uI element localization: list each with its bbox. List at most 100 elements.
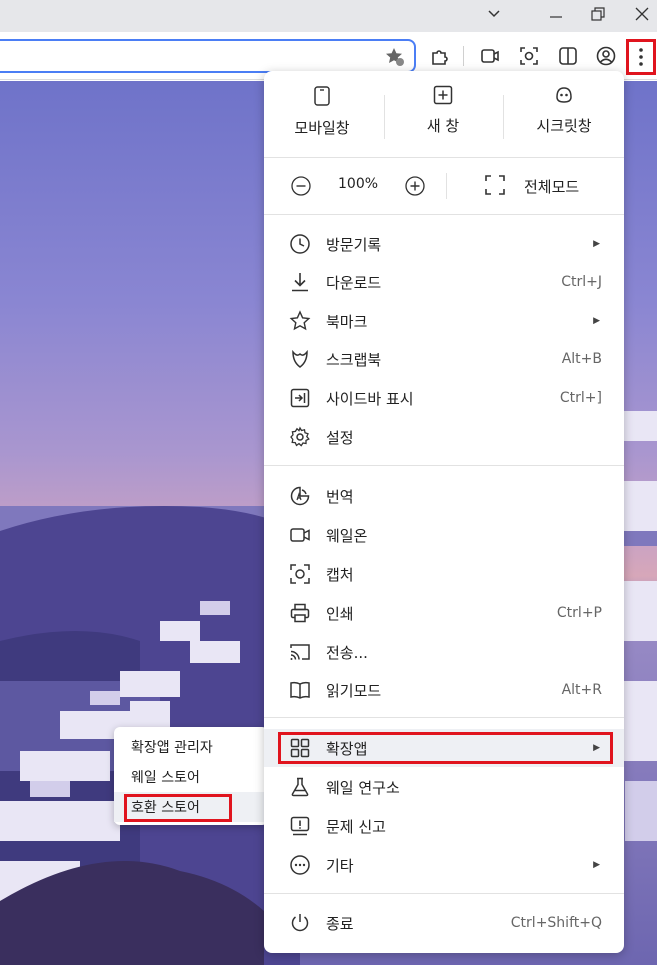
menu-item-whale-on[interactable]: 웨일온 <box>264 516 624 554</box>
menu-item-cast[interactable]: 전송... <box>264 633 624 671</box>
new-window-icon <box>433 85 453 105</box>
close-icon[interactable] <box>622 0 657 28</box>
menu-item-label: 스크랩북 <box>326 350 382 369</box>
menu-item-label: 사이드바 표시 <box>326 389 414 408</box>
submenu-arrow-icon: ▶ <box>593 239 600 249</box>
quick-secret-window[interactable]: 시크릿창 <box>522 85 606 155</box>
quick-new-window[interactable]: 새 창 <box>403 85 483 155</box>
menu-divider <box>264 157 624 158</box>
quick-action-label: 새 창 <box>426 117 460 135</box>
minus-circle-icon <box>291 176 311 196</box>
fullscreen-button[interactable]: 전체모드 <box>482 169 612 201</box>
menu-item-shortcut: Ctrl+] <box>559 390 602 406</box>
menu-item-translate[interactable]: 번역 <box>264 477 624 515</box>
kebab-menu-icon <box>639 48 643 66</box>
menu-item-whale-lab[interactable]: 웨일 연구소 <box>264 768 624 806</box>
menu-item-label: 캡처 <box>326 565 354 584</box>
capture-icon[interactable] <box>515 42 543 70</box>
menu-item-history[interactable]: 방문기록 ▶ <box>264 225 624 263</box>
main-menu-button[interactable] <box>626 39 656 75</box>
tab-search-chevron-icon[interactable] <box>474 0 514 28</box>
quick-action-label: 모바일창 <box>294 119 350 137</box>
menu-item-capture[interactable]: 캡처 <box>264 555 624 593</box>
menu-item-settings[interactable]: 설정 <box>264 418 624 456</box>
sidebar-icon <box>288 386 312 410</box>
submenu-item-label: 웨일 스토어 <box>131 770 200 786</box>
sidebar-toggle-icon[interactable] <box>554 42 582 70</box>
mobile-icon <box>314 86 330 106</box>
submenu-item-extension-manager[interactable]: 확장앱 관리자 <box>114 732 268 762</box>
menu-item-reading-mode[interactable]: 읽기모드 Alt+R <box>264 671 624 709</box>
more-icon <box>288 853 312 877</box>
profile-avatar-icon[interactable] <box>592 42 620 70</box>
menu-item-downloads[interactable]: 다운로드 Ctrl+J <box>264 263 624 301</box>
main-menu: 모바일창 새 창 시크릿창 100% 전체모드 방문기록 ▶ 다운로드 Ctrl… <box>264 71 624 953</box>
power-icon <box>288 911 312 935</box>
address-bar[interactable] <box>0 39 416 73</box>
menu-item-label: 전송... <box>326 643 368 662</box>
extensions-puzzle-icon[interactable] <box>426 42 454 70</box>
menu-item-bookmarks[interactable]: 북마크 ▶ <box>264 302 624 340</box>
flask-icon <box>288 775 312 799</box>
menu-item-label: 기타 <box>326 856 354 875</box>
submenu-item-whale-store[interactable]: 웨일 스토어 <box>114 762 268 792</box>
submenu-arrow-icon: ▶ <box>593 860 600 870</box>
menu-divider <box>264 214 624 215</box>
menu-item-exit[interactable]: 종료 Ctrl+Shift+Q <box>264 904 624 942</box>
star-icon <box>288 309 312 333</box>
menu-item-shortcut: Ctrl+J <box>561 274 602 290</box>
secret-icon <box>556 87 572 103</box>
menu-item-label: 다운로드 <box>326 273 382 292</box>
quick-mobile-window[interactable]: 모바일창 <box>282 85 362 155</box>
menu-item-label: 종료 <box>326 914 354 933</box>
title-bar <box>0 0 657 32</box>
bookmark-star-icon[interactable] <box>384 46 406 68</box>
menu-divider <box>264 893 624 894</box>
fullscreen-icon <box>485 175 505 195</box>
history-icon <box>288 232 312 256</box>
menu-item-label: 번역 <box>326 487 354 506</box>
menu-item-label: 인쇄 <box>326 604 354 623</box>
submenu-arrow-icon: ▶ <box>593 316 600 326</box>
gear-icon <box>288 425 312 449</box>
menu-item-label: 문제 신고 <box>326 817 386 836</box>
restore-icon[interactable] <box>578 0 618 28</box>
menu-item-scrapbook[interactable]: 스크랩북 Alt+B <box>264 340 624 378</box>
book-icon <box>288 678 312 702</box>
highlight-compat-store <box>124 794 232 822</box>
menu-divider <box>264 717 624 718</box>
menu-item-sidebar[interactable]: 사이드바 표시 Ctrl+] <box>264 379 624 417</box>
quick-action-label: 시크릿창 <box>536 117 592 135</box>
zoom-divider <box>446 173 447 199</box>
menu-item-label: 북마크 <box>326 312 368 331</box>
translate-icon <box>288 484 312 508</box>
report-icon <box>288 814 312 838</box>
highlight-extensions <box>278 732 613 764</box>
cast-icon <box>288 640 312 664</box>
menu-item-shortcut: Alt+B <box>561 351 602 367</box>
menu-item-more[interactable]: 기타 ▶ <box>264 846 624 884</box>
minimize-icon[interactable] <box>536 0 576 28</box>
printer-icon <box>288 601 312 625</box>
plus-circle-icon <box>405 176 425 196</box>
submenu-item-label: 확장앱 관리자 <box>131 740 213 756</box>
quick-divider <box>384 95 385 139</box>
download-icon <box>288 270 312 294</box>
zoom-in-button[interactable] <box>404 175 426 197</box>
menu-item-report-issue[interactable]: 문제 신고 <box>264 807 624 845</box>
menu-item-shortcut: Ctrl+Shift+Q <box>510 915 602 931</box>
menu-item-shortcut: Alt+R <box>561 682 602 698</box>
menu-item-label: 설정 <box>326 428 354 447</box>
toolbar-divider <box>463 46 464 66</box>
whale-on-video-icon[interactable] <box>476 42 504 70</box>
menu-item-label: 웨일 연구소 <box>326 778 400 797</box>
menu-divider <box>264 465 624 466</box>
scrapbook-icon <box>288 347 312 371</box>
menu-item-shortcut: Ctrl+P <box>556 605 602 621</box>
menu-item-label: 방문기록 <box>326 235 382 254</box>
zoom-level: 100% <box>338 176 379 192</box>
menu-item-print[interactable]: 인쇄 Ctrl+P <box>264 594 624 632</box>
video-icon <box>288 523 312 547</box>
menu-item-label: 웨일온 <box>326 526 368 545</box>
zoom-out-button[interactable] <box>290 175 312 197</box>
